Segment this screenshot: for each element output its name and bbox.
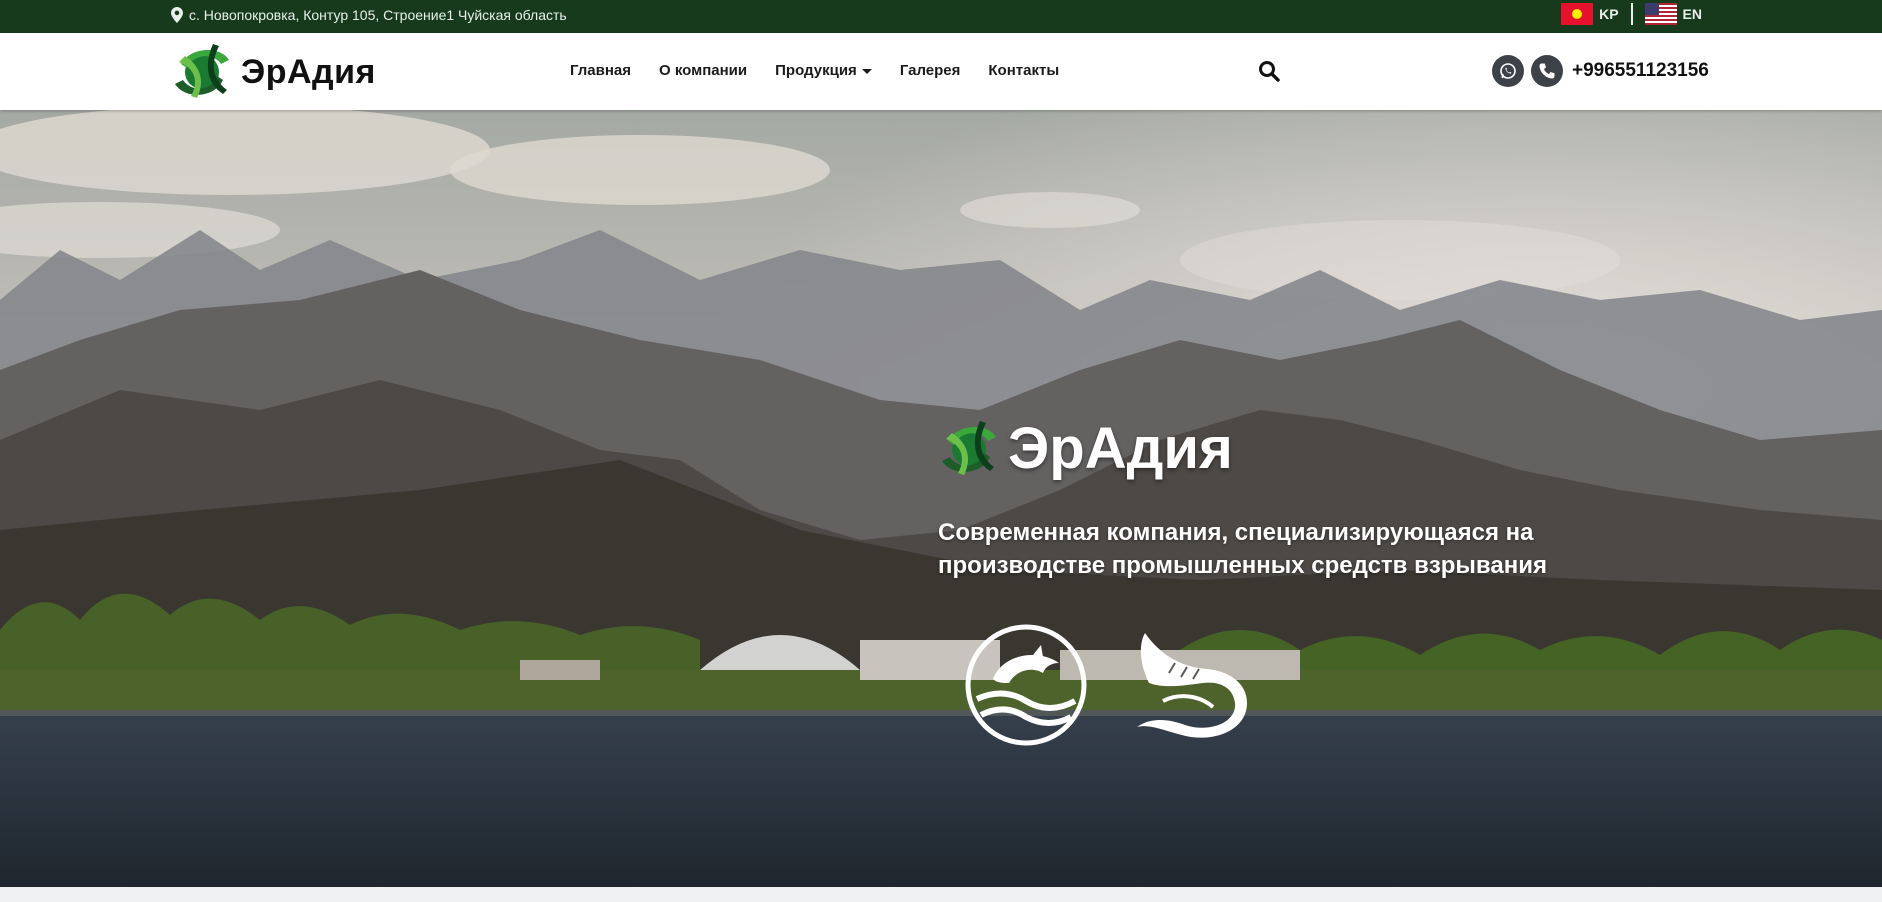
top-info-bar: с. Новопокровка, Контур 105, Строение1 Ч… [0, 0, 1882, 33]
hero-banner: ЭрАдия Современная компания, специализир… [0, 110, 1882, 887]
map-pin-icon [171, 7, 183, 23]
language-divider [1630, 3, 1633, 25]
search-icon[interactable] [1258, 60, 1280, 82]
phone-number-link[interactable]: +996551123156 [1572, 60, 1709, 82]
address-text: с. Новопокровка, Контур 105, Строение1 Ч… [189, 7, 567, 23]
hero-title: ЭрАдия [1008, 416, 1233, 481]
hero-content: ЭрАдия Современная компания, специализир… [938, 415, 1738, 582]
stingray-logo[interactable] [1129, 623, 1255, 747]
usa-flag-icon [1644, 3, 1677, 25]
nav-products[interactable]: Продукция [775, 62, 872, 79]
language-kp-label: KP [1599, 6, 1619, 22]
brand-logo-icon [942, 420, 996, 475]
nav-home[interactable]: Главная [570, 62, 631, 79]
phone-button[interactable] [1531, 55, 1563, 87]
page-bottom-strip [0, 887, 1882, 902]
kyrgyzstan-flag-icon [1561, 3, 1594, 25]
dolphin-logo[interactable] [963, 623, 1089, 747]
language-switcher: KP EN [1557, 3, 1706, 25]
caret-down-icon [861, 69, 872, 74]
phone-icon [1539, 63, 1555, 79]
language-en[interactable]: EN [1641, 3, 1706, 25]
nav-contacts[interactable]: Контакты [988, 62, 1059, 79]
main-header: ЭрАдия Главная О компании Продукция Гале… [0, 33, 1882, 110]
brand-name: ЭрАдия [241, 52, 376, 91]
hero-brand: ЭрАдия [938, 415, 1738, 482]
whatsapp-icon [1500, 63, 1516, 79]
address: с. Новопокровка, Контур 105, Строение1 Ч… [171, 7, 567, 23]
hero-subtitle: Современная компания, специализирующаяся… [938, 519, 1547, 579]
site-logo[interactable]: ЭрАдия [171, 42, 376, 102]
brand-logo-icon [175, 44, 229, 98]
language-en-label: EN [1682, 6, 1702, 22]
nav-products-label: Продукция [775, 62, 857, 79]
whatsapp-button[interactable] [1492, 55, 1524, 87]
partner-badges [963, 623, 1255, 747]
language-kp[interactable]: KP [1557, 3, 1622, 25]
nav-about[interactable]: О компании [659, 62, 747, 79]
main-nav: Главная О компании Продукция Галерея Кон… [570, 62, 1059, 79]
nav-gallery[interactable]: Галерея [900, 62, 961, 79]
